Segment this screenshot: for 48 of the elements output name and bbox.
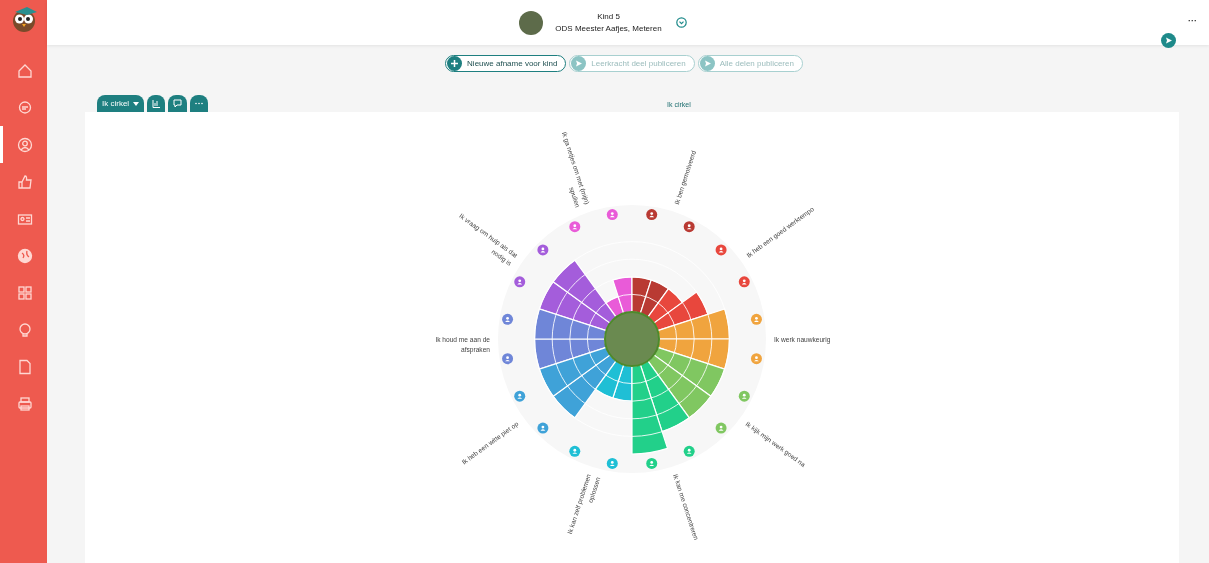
person-marker-icon[interactable] (569, 221, 581, 233)
person-marker-icon[interactable] (606, 457, 618, 469)
send-icon (571, 56, 587, 71)
thumbs-up-icon (17, 173, 33, 190)
caret-icon (133, 101, 140, 106)
school-name: ODS Meester Aafjes, Meteren (555, 24, 662, 33)
person-marker-icon[interactable] (537, 422, 549, 434)
globe-icon (17, 247, 33, 264)
more-menu-button[interactable]: ··· (1188, 16, 1197, 26)
person-marker-icon[interactable] (502, 313, 514, 325)
chart-tab[interactable] (147, 95, 166, 112)
grid-icon (17, 284, 33, 301)
bar-chart-icon (152, 99, 161, 108)
send-icon (699, 56, 715, 71)
person-marker-icon[interactable] (514, 276, 526, 288)
person-marker-icon[interactable] (569, 445, 581, 457)
person-marker-icon[interactable] (502, 353, 514, 365)
comment-icon (173, 99, 183, 108)
person-marker-icon[interactable] (750, 353, 762, 365)
action-button[interactable]: Nieuwe afname voor kind (445, 55, 567, 72)
view-dropdown-tab[interactable]: Ik cirkel (97, 95, 145, 112)
person-marker-icon[interactable] (715, 244, 727, 256)
chevron-down-icon[interactable] (675, 17, 687, 28)
person-marker-icon[interactable] (738, 276, 750, 288)
person-marker-icon[interactable] (683, 445, 695, 457)
document-icon (17, 358, 33, 375)
person-marker-icon[interactable] (606, 209, 618, 221)
send-icon[interactable] (1161, 33, 1176, 48)
home-icon (17, 62, 33, 79)
person-marker-icon[interactable] (750, 313, 762, 325)
more-tab[interactable] (190, 95, 209, 112)
person-marker-icon[interactable] (715, 422, 727, 434)
more-icon (195, 102, 204, 105)
user-icon (17, 136, 33, 153)
person-marker-icon[interactable] (683, 221, 695, 233)
person-marker-icon[interactable] (514, 390, 526, 402)
printer-icon (17, 395, 33, 412)
avatar-photo-placeholder (519, 10, 544, 35)
person-marker-icon[interactable] (646, 209, 658, 221)
child-name: Kind 5 (597, 12, 620, 21)
person-marker-icon[interactable] (646, 457, 658, 469)
plus-icon (447, 56, 463, 71)
person-marker-icon[interactable] (738, 390, 750, 402)
comment-tab[interactable] (168, 95, 188, 112)
chat-icon (17, 99, 33, 116)
lightbulb-icon (17, 321, 33, 338)
person-marker-icon[interactable] (537, 244, 549, 256)
child-photo-placeholder (604, 311, 660, 367)
